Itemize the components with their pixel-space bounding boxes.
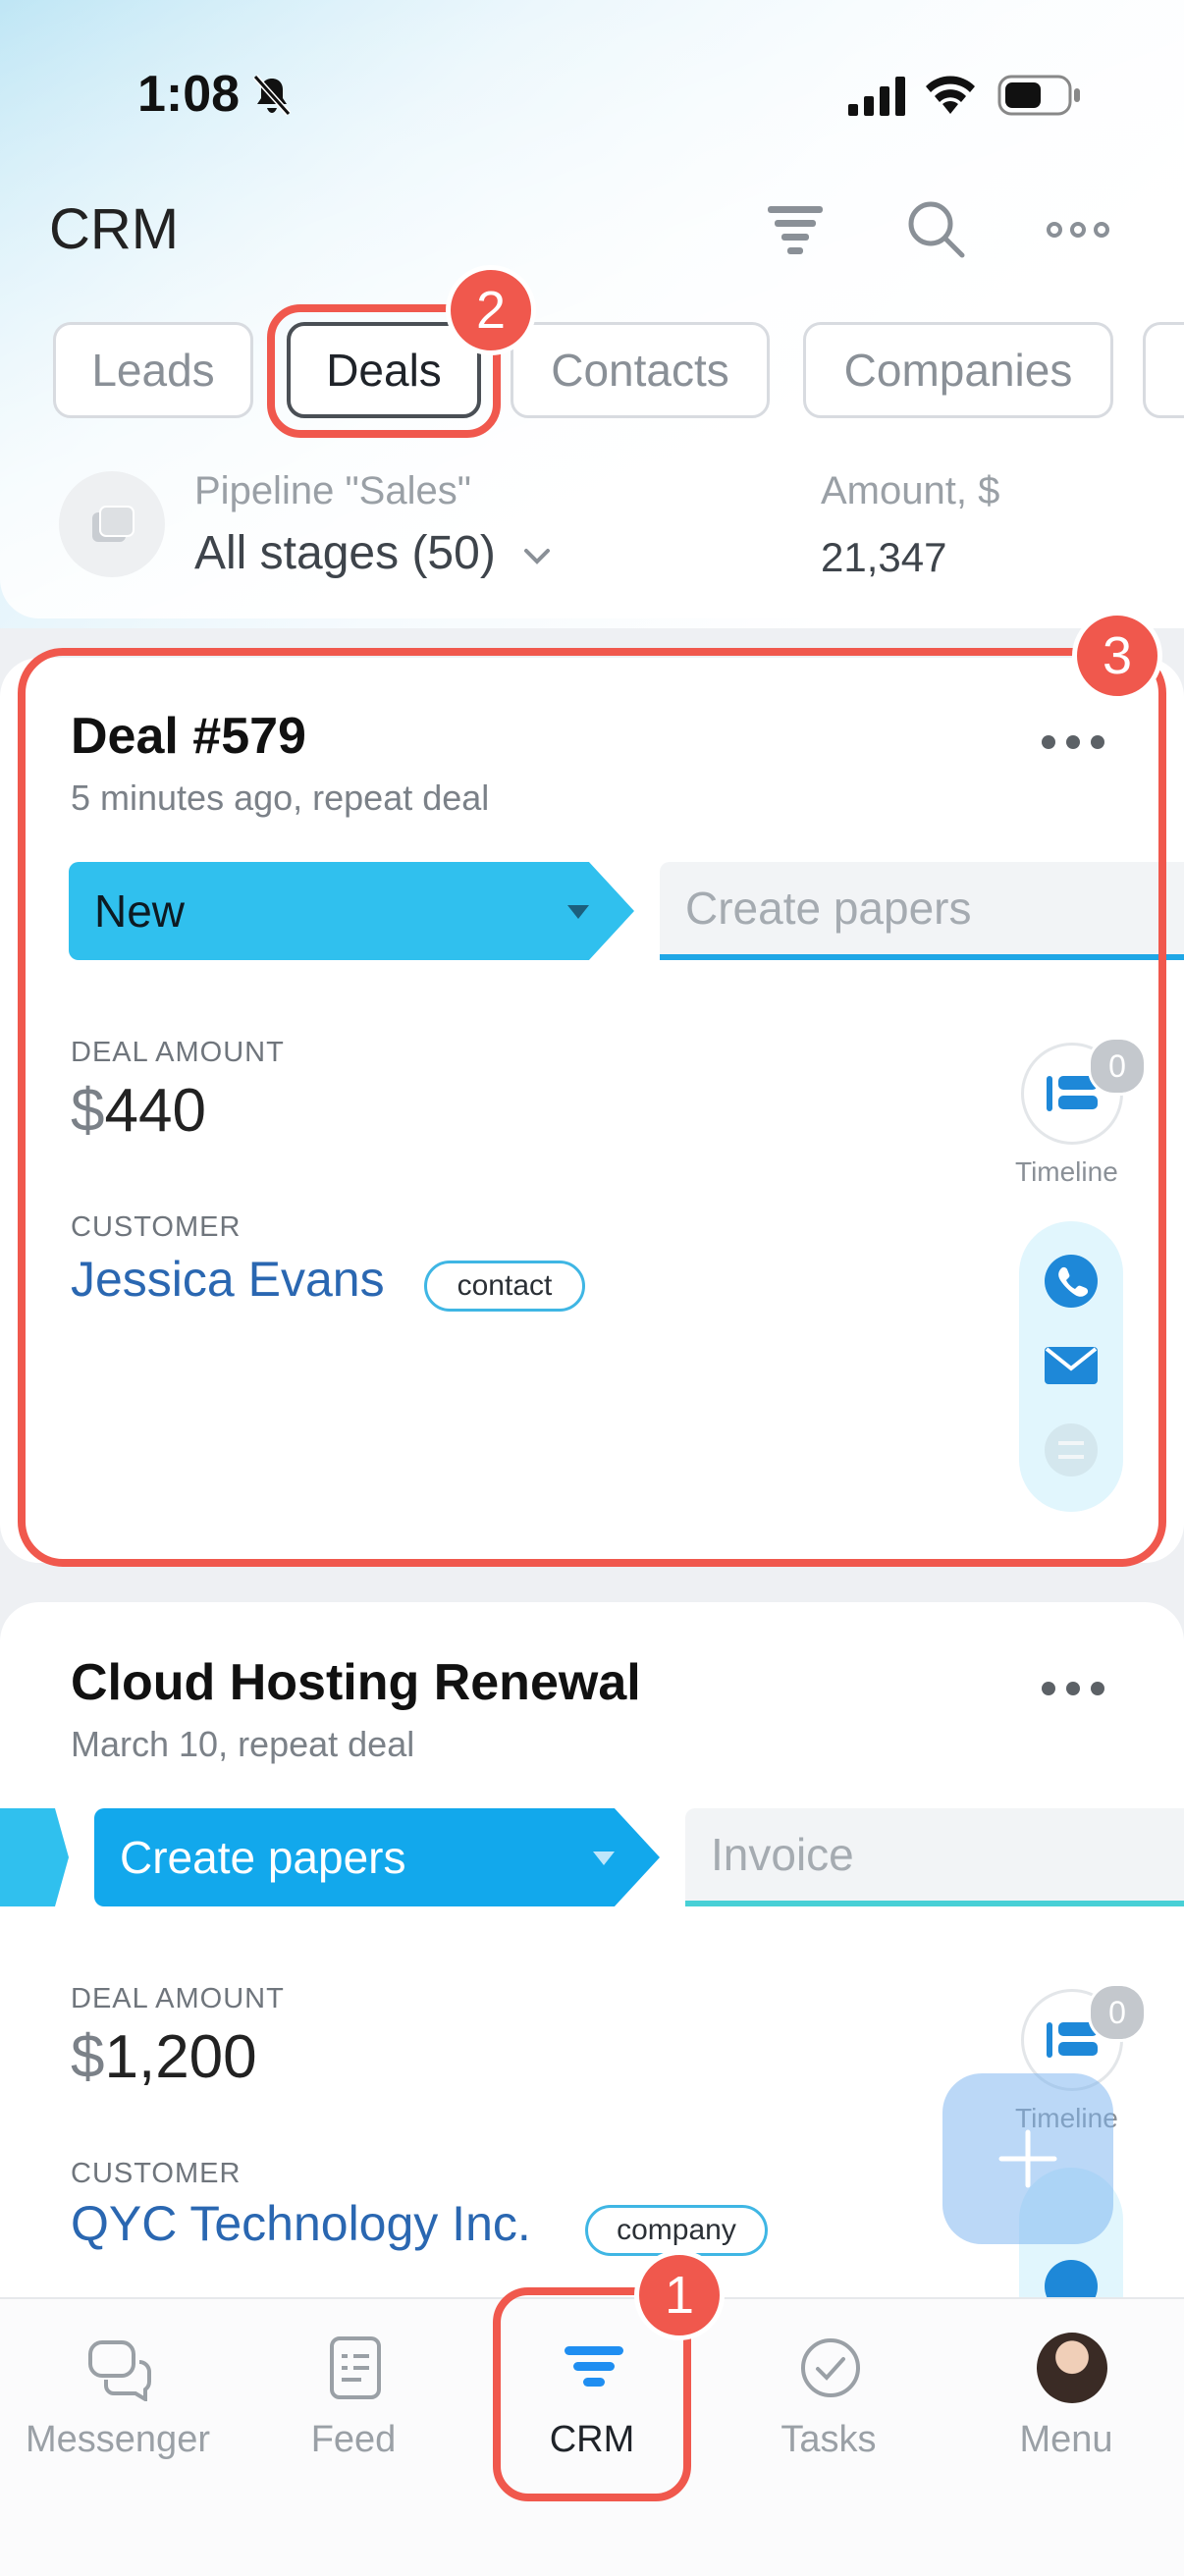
- customer-link[interactable]: QYC Technology Inc.: [71, 2195, 531, 2252]
- deal-subtitle: March 10, repeat deal: [71, 1724, 415, 1764]
- tab-leads[interactable]: Leads: [53, 322, 253, 418]
- filter-funnel-icon[interactable]: [762, 196, 829, 263]
- nav-menu[interactable]: Menu: [948, 2299, 1184, 2496]
- nav-label: Tasks: [780, 2419, 877, 2460]
- deal-title[interactable]: Cloud Hosting Renewal: [71, 1653, 641, 1712]
- battery-icon: [997, 75, 1080, 116]
- stage-current-label: Create papers: [120, 1832, 406, 1883]
- timeline-count-badge: 0: [1088, 1983, 1147, 2042]
- entity-tabs: Leads Deals Contacts Companies: [53, 322, 1184, 422]
- plus-icon: [998, 2129, 1057, 2188]
- stage-current[interactable]: Create papers: [94, 1808, 660, 1906]
- feed-icon: [330, 2336, 381, 2399]
- customer-field-label: CUSTOMER: [71, 2158, 242, 2189]
- step-badge-2: 2: [446, 265, 536, 355]
- avatar: [1037, 2333, 1107, 2403]
- tab-more[interactable]: [1143, 322, 1184, 418]
- stage-selector[interactable]: All stages (50): [194, 526, 496, 580]
- more-options-icon[interactable]: [1045, 196, 1111, 263]
- messenger-icon: [88, 2340, 151, 2401]
- chevron-down-icon[interactable]: [520, 542, 554, 571]
- caret-down-icon: [593, 1852, 615, 1865]
- nav-tasks[interactable]: Tasks: [711, 2299, 946, 2496]
- customer-type-chip: company: [585, 2205, 768, 2256]
- status-bar: 1:08: [0, 0, 1184, 187]
- tab-contacts[interactable]: Contacts: [511, 322, 770, 418]
- add-deal-button[interactable]: [942, 2073, 1113, 2244]
- amount-total: 21,347: [821, 534, 947, 580]
- cellular-signal-icon: [848, 77, 905, 116]
- deal-amount-value: 1,200: [104, 2023, 257, 2091]
- pipeline-label: Pipeline "Sales": [194, 469, 471, 512]
- currency-symbol: $: [71, 2023, 105, 2091]
- tasks-icon: [801, 2338, 860, 2397]
- silent-bell-icon: [252, 74, 292, 117]
- stage-next[interactable]: Invoice: [685, 1808, 1184, 1906]
- deal-more-icon[interactable]: [1041, 1679, 1105, 1698]
- step-badge-1: 1: [634, 2250, 725, 2340]
- nav-messenger[interactable]: Messenger: [0, 2299, 236, 2496]
- nav-feed[interactable]: Feed: [236, 2299, 471, 2496]
- nav-label: Feed: [310, 2419, 397, 2460]
- search-icon[interactable]: [903, 196, 970, 263]
- highlight-deal-card: [18, 648, 1166, 1567]
- stack-icon: [92, 506, 135, 542]
- wifi-icon: [926, 76, 975, 114]
- amount-field-label: DEAL AMOUNT: [71, 1983, 285, 2014]
- page-title: CRM: [49, 197, 180, 261]
- step-badge-3: 3: [1072, 611, 1162, 701]
- status-time: 1:08: [137, 66, 241, 123]
- tab-companies[interactable]: Companies: [803, 322, 1113, 418]
- amount-label: Amount, $: [821, 469, 1000, 512]
- stage-previous[interactable]: [0, 1808, 69, 1906]
- pipeline-icon[interactable]: [59, 471, 165, 577]
- deal-amount: $1,200: [71, 2022, 257, 2092]
- stage-next-label: Invoice: [711, 1829, 854, 1880]
- nav-label: Messenger: [26, 2419, 210, 2460]
- nav-label: Menu: [1019, 2419, 1113, 2460]
